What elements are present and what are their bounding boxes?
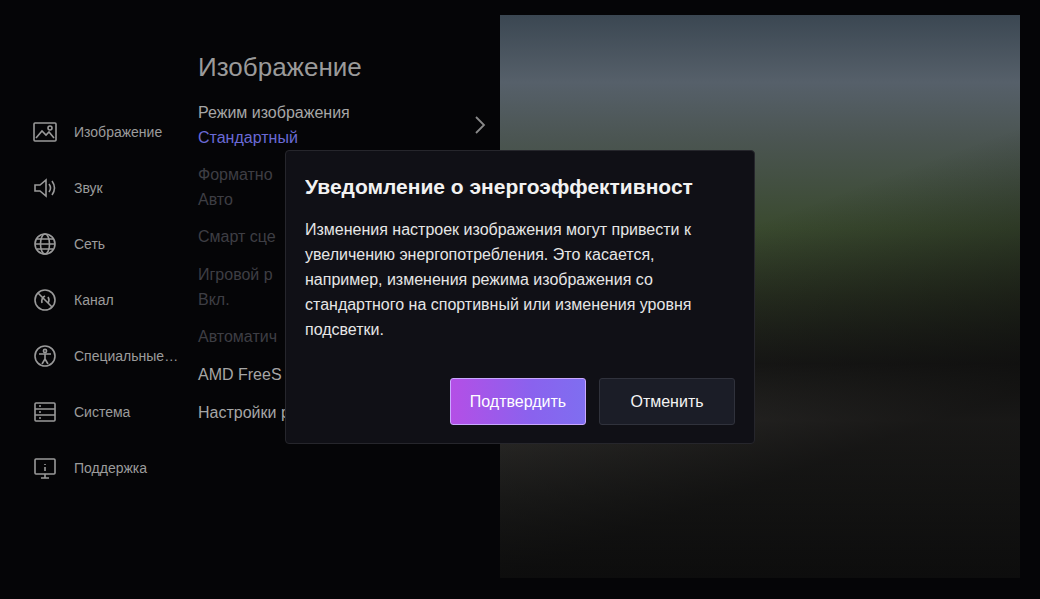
chevron-right-icon bbox=[474, 115, 486, 135]
channel-icon bbox=[32, 287, 58, 313]
sidebar: Изображение Звук Сеть Канал Специальные… Сист… bbox=[0, 0, 198, 599]
row-label: Игровой р bbox=[198, 262, 273, 288]
dialog-button[interactable]: Отменить bbox=[599, 378, 735, 425]
support-icon bbox=[32, 455, 58, 481]
sidebar-item[interactable]: Изображение bbox=[32, 104, 198, 160]
settings-row[interactable]: Режим изображенияСтандартный bbox=[198, 100, 486, 150]
sidebar-item[interactable]: Звук bbox=[32, 160, 198, 216]
sidebar-label: Поддержка bbox=[74, 460, 147, 476]
sidebar-item[interactable]: Специальные… bbox=[32, 328, 198, 384]
sidebar-item[interactable]: Система bbox=[32, 384, 198, 440]
row-label: Смарт сце bbox=[198, 224, 276, 250]
sidebar-label: Сеть bbox=[74, 236, 105, 252]
dialog-button[interactable]: Подтвердить bbox=[450, 378, 586, 425]
energy-dialog: Уведомление о энергоэффективност Изменени… bbox=[285, 150, 755, 444]
row-label: AMD FreeS bbox=[198, 362, 282, 388]
sidebar-item[interactable]: Поддержка bbox=[32, 440, 198, 496]
sidebar-item[interactable]: Канал bbox=[32, 272, 198, 328]
row-value: Стандартный bbox=[198, 126, 350, 150]
panel-title: Изображение bbox=[198, 50, 500, 84]
globe-icon bbox=[32, 231, 58, 257]
dialog-buttons: Подтвердить Отменить bbox=[305, 378, 735, 425]
sidebar-label: Специальные… bbox=[74, 348, 178, 364]
tv-screen: Изображение Звук Сеть Канал Специальные… Сист… bbox=[0, 0, 1040, 599]
system-icon bbox=[32, 399, 58, 425]
sidebar-label: Система bbox=[74, 404, 130, 420]
accessibility-icon bbox=[32, 343, 58, 369]
row-label: Режим изображения bbox=[198, 100, 350, 126]
sidebar-label: Звук bbox=[74, 180, 103, 196]
row-label: Форматно bbox=[198, 162, 273, 188]
picture-icon bbox=[32, 119, 58, 145]
dialog-message: Изменения настроек изображения могут при… bbox=[305, 217, 735, 342]
sidebar-label: Изображение bbox=[74, 124, 162, 140]
dialog-title: Уведомление о энергоэффективност bbox=[305, 173, 735, 201]
speaker-icon bbox=[32, 175, 58, 201]
row-value: Вкл. bbox=[198, 288, 273, 312]
row-value: Авто bbox=[198, 188, 273, 212]
sidebar-item[interactable]: Сеть bbox=[32, 216, 198, 272]
row-label: Автоматич bbox=[198, 324, 277, 350]
sidebar-label: Канал bbox=[74, 292, 114, 308]
